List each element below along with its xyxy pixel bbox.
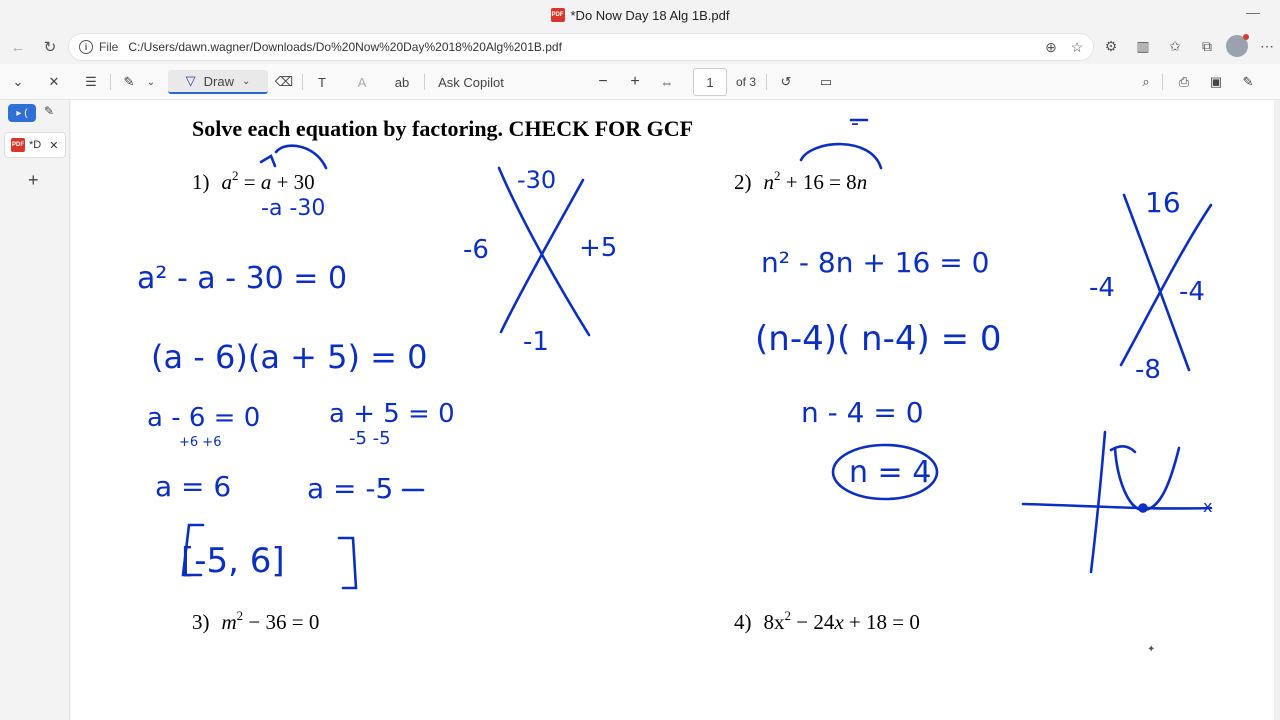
extensions-icon[interactable]: ⚙ — [1098, 33, 1124, 59]
favorites-icon[interactable]: ✩ — [1162, 33, 1188, 59]
window-title: *Do Now Day 18 Alg 1B.pdf — [570, 7, 730, 23]
ink-arrow-2 — [799, 142, 883, 170]
ink-p1-x-top: -30 — [517, 166, 556, 194]
ink-p1-factored: (a - 6)(a + 5) = 0 — [151, 338, 427, 376]
ink-arrow-1b — [259, 154, 277, 168]
ink-p1-answer: [-5, 6] — [181, 541, 285, 581]
ink-p2-eq: n² - 8n + 16 = 0 — [761, 246, 989, 279]
close-icon[interactable]: ✕ — [49, 139, 58, 152]
text-box-icon[interactable]: T — [312, 70, 332, 94]
new-tab-icon[interactable]: + — [28, 170, 39, 191]
highlight-dropdown-icon[interactable]: ⌄ — [144, 70, 158, 94]
ink-p1-sol1: a = 6 — [155, 470, 231, 503]
ink-p1-sol2: a = -5 — [307, 472, 393, 505]
favorite-star-icon[interactable]: ☆ — [1067, 37, 1087, 57]
ink-p1-step1: -a -30 — [261, 196, 325, 221]
ink-p1-zero2: a + 5 = 0 — [329, 399, 455, 429]
ink-p1-x-right: +5 — [579, 233, 617, 263]
draw-label: Draw — [203, 73, 234, 89]
address-bar[interactable]: i File C:/Users/dawn.wagner/Downloads/Do… — [68, 33, 1094, 61]
cursor-icon: ✦ — [1147, 644, 1155, 655]
browser-actions: ⚙ ▥ ✩ ⧉ ⋯ — [1098, 33, 1280, 59]
ink-p2-zero: n - 4 = 0 — [801, 396, 924, 429]
ink-graph-y-axis — [1089, 430, 1107, 574]
ink-p2-x-bottom: -8 — [1135, 355, 1161, 385]
info-icon[interactable]: i — [79, 40, 93, 54]
eraser-icon[interactable]: ⌫ — [274, 70, 294, 94]
ink-p2-x-right: -4 — [1179, 277, 1205, 307]
save-as-icon[interactable]: ✎ — [1238, 70, 1258, 94]
ink-graph-parabola — [1113, 446, 1181, 512]
ink-graph-vertex-dot — [1138, 503, 1148, 513]
ink-p1-x-left: -6 — [463, 235, 489, 265]
ink-p2-minus: - — [851, 111, 859, 136]
ink-bracket-right — [337, 536, 358, 590]
ink-x-line-2 — [499, 178, 585, 334]
window-titlebar: PDF *Do Now Day 18 Alg 1B.pdf — — [0, 0, 1280, 30]
ink-p1-x-bottom: -1 — [523, 327, 549, 357]
page-scrollbar[interactable] — [1274, 100, 1280, 720]
chevron-down-icon[interactable]: ⌄ — [242, 76, 250, 87]
read-aloud-icon[interactable]: A — [352, 70, 372, 94]
url-scheme: File — [99, 40, 119, 54]
pdf-file-icon: PDF — [550, 8, 565, 22]
pdf-file-icon: PDF — [11, 138, 25, 152]
zoom-in-icon[interactable]: + — [626, 70, 644, 94]
tab-label: *D — [29, 139, 42, 151]
fit-width-icon[interactable]: ⇔ — [656, 70, 678, 94]
split-screen-icon[interactable]: ▥ — [1130, 33, 1156, 59]
tab-pdf[interactable]: PDF *D ✕ — [4, 132, 66, 158]
address-row: ← ↻ i File C:/Users/dawn.wagner/Download… — [0, 30, 1280, 64]
ink-p1-zero2b: -5 -5 — [349, 428, 391, 449]
save-icon[interactable]: ▣ — [1206, 70, 1226, 94]
pdf-page: Solve each equation by factoring. CHECK … — [71, 100, 1280, 720]
rotate-icon[interactable]: ↺ — [776, 70, 796, 94]
print-icon[interactable]: ⎙ — [1174, 70, 1194, 94]
pdf-toolbar: ⌄ ✕ ☰ ✎ ⌄ ▽ Draw ⌄ ⌫ T A ab Ask Copilot … — [0, 64, 1280, 100]
search-icon[interactable]: ⌕ — [1136, 70, 1156, 94]
ink-annotation-layer[interactable]: -a -30 -30 -6 +5 -1 a² - a - 30 = 0 (a -… — [71, 100, 1280, 720]
ask-copilot-button[interactable]: Ask Copilot — [436, 70, 506, 94]
draw-button[interactable]: ▽ Draw ⌄ — [168, 70, 268, 94]
minimize-icon[interactable]: — — [1246, 4, 1260, 20]
ink-graph-x-axis — [1021, 502, 1213, 510]
page-total: of 3 — [735, 75, 756, 89]
url-text[interactable]: C:/Users/dawn.wagner/Downloads/Do%20Now%… — [128, 40, 562, 54]
ink-p2-x-top: 16 — [1145, 186, 1181, 219]
vertical-tabs-sidebar: ▸ ( ✎ PDF *D ✕ + — [0, 100, 70, 720]
zoom-out-icon[interactable]: − — [594, 70, 612, 94]
avatar[interactable] — [1226, 34, 1249, 57]
ink-arrow-1 — [274, 144, 328, 170]
page-number-input[interactable]: 1 — [693, 68, 727, 96]
refresh-icon[interactable]: ↻ — [36, 33, 64, 61]
translate-icon[interactable]: ab — [390, 70, 414, 94]
chevron-down-icon[interactable]: ⌄ — [8, 70, 28, 94]
ink-p2-answer: n = 4 — [849, 455, 931, 490]
zoom-icon[interactable]: ⊕ — [1041, 37, 1061, 57]
ink-p2-x-left: -4 — [1089, 273, 1115, 303]
back-icon[interactable]: ← — [4, 33, 32, 61]
ink-p2-factored: (n-4)( n-4) = 0 — [755, 319, 1002, 359]
table-of-contents-icon[interactable]: ☰ — [80, 70, 102, 94]
ink-p1-zero1: a - 6 = 0 — [147, 403, 260, 433]
draw-pen-icon: ▽ — [185, 73, 196, 88]
ink-p1-eq: a² - a - 30 = 0 — [137, 261, 347, 296]
highlight-icon[interactable]: ✎ — [118, 70, 140, 94]
page-view-icon[interactable]: ▭ — [816, 70, 836, 94]
unpin-toolbar-icon[interactable]: ✕ — [44, 70, 64, 94]
collections-icon[interactable]: ⧉ — [1194, 33, 1220, 59]
pen-icon[interactable]: ✎ — [44, 104, 54, 118]
ink-p1-zero1b: +6 +6 — [179, 435, 221, 450]
ink-graph-x-label: x — [1203, 497, 1212, 516]
more-menu-icon[interactable]: ⋯ — [1254, 33, 1280, 59]
draw-mode-indicator[interactable]: ▸ ( — [8, 104, 36, 122]
